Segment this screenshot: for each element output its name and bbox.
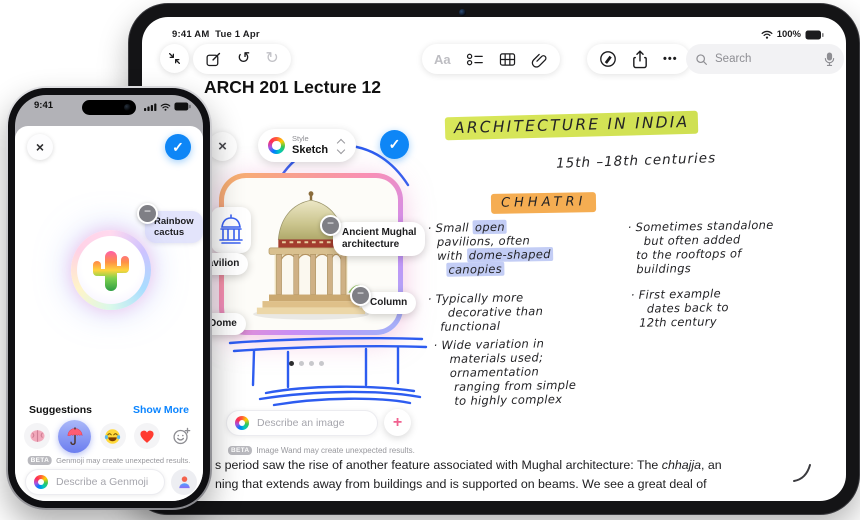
battery-percent: 100% xyxy=(776,29,801,40)
handwritten-heading: ARCHITECTURE IN INDIA xyxy=(444,110,699,141)
handwritten-bullet-3: · Wide variation in materials used; orna… xyxy=(433,336,577,409)
style-picker[interactable]: Style Sketch xyxy=(258,129,357,162)
iphone-status-time: 9:41 xyxy=(34,100,54,111)
handwritten-section-title: CHHATRI xyxy=(490,192,597,214)
ipad-camera xyxy=(459,9,466,16)
plus-icon: + xyxy=(392,413,403,431)
more-options-icon[interactable]: ••• xyxy=(663,53,678,65)
image-wand-prompt-field[interactable] xyxy=(226,410,378,436)
show-more-link[interactable]: Show More xyxy=(133,404,189,416)
handwritten-bullet-4: · Sometimes standalone but often added t… xyxy=(627,217,774,277)
checklist-icon[interactable] xyxy=(466,52,484,67)
wifi-icon xyxy=(160,103,171,111)
suggestions-title: Suggestions xyxy=(29,404,93,416)
brain-emoji[interactable] xyxy=(24,423,50,449)
mic-icon[interactable] xyxy=(824,51,835,67)
wifi-icon xyxy=(761,30,773,39)
iphone-status-icons xyxy=(144,102,191,111)
remove-tag-button[interactable]: − xyxy=(320,215,341,236)
original-sketch-thumbnail[interactable] xyxy=(211,207,251,253)
heart-emoji[interactable] xyxy=(133,423,160,449)
beta-badge: BETA xyxy=(27,456,53,465)
apple-intelligence-icon xyxy=(235,416,249,430)
redo-icon[interactable]: ↻ xyxy=(265,51,278,67)
close-icon: × xyxy=(218,138,227,155)
close-icon: × xyxy=(35,139,45,155)
apple-intelligence-icon xyxy=(34,475,48,489)
handwritten-bullet-2: · Typically more decorative than functio… xyxy=(427,290,544,335)
edit-toolbar-group: ↺ ↻ xyxy=(193,44,291,74)
front-camera xyxy=(124,104,131,111)
genmoji-beta-note: BETA Genmoji may create unexpected resul… xyxy=(27,456,190,465)
genmoji-confirm-button[interactable]: ✓ xyxy=(165,134,191,160)
text-format-icon[interactable]: Aa xyxy=(434,52,451,67)
person-mode-button[interactable] xyxy=(171,469,197,495)
battery-icon xyxy=(805,30,824,40)
undo-icon[interactable]: ↺ xyxy=(237,51,250,67)
genmoji-prompt-field[interactable] xyxy=(25,469,165,495)
collapse-arrows-icon xyxy=(167,51,182,66)
table-icon[interactable] xyxy=(499,52,516,67)
remove-genmoji-tag-button[interactable]: − xyxy=(137,203,158,224)
umbrella-emoji-selected[interactable] xyxy=(58,419,92,453)
genmoji-close-button[interactable]: × xyxy=(27,134,53,160)
attachment-icon[interactable] xyxy=(531,51,548,68)
chevron-up-down-icon xyxy=(338,140,346,152)
genmoji-prompt-input[interactable] xyxy=(54,475,156,489)
search-field[interactable] xyxy=(686,44,844,74)
image-wand-beta-note: BETA Image Wand may create unexpected re… xyxy=(228,446,415,455)
tag-ancient-mughal[interactable]: Ancient Mughal architecture xyxy=(333,222,426,256)
suggestion-row xyxy=(24,419,194,453)
compose-icon[interactable] xyxy=(205,51,222,68)
iphone-device: 9:41 × ✓ − Rainbow cactus Suggestions Sh… xyxy=(6,86,212,510)
ipad-status-time: 9:41 AM xyxy=(172,29,210,40)
ipad-device: 9:41 AM Tue 1 Apr 100% ↺ ↻ Aa ••• Search… xyxy=(128,3,860,515)
ipad-screen: 9:41 AM Tue 1 Apr 100% ↺ ↻ Aa ••• Search… xyxy=(142,17,846,501)
image-playground-icon xyxy=(268,137,285,154)
signal-icon xyxy=(144,103,157,111)
genmoji-result-bubble xyxy=(71,230,151,310)
collapse-button[interactable] xyxy=(160,44,189,73)
beta-badge: BETA xyxy=(228,446,253,455)
dynamic-island xyxy=(82,100,136,115)
iphone-screen: 9:41 × ✓ − Rainbow cactus Suggestions Sh… xyxy=(15,95,203,501)
person-icon xyxy=(178,476,190,489)
share-icon[interactable] xyxy=(632,49,648,69)
handwritten-bullet-1: · Small open pavilions, often with dome-… xyxy=(427,219,553,277)
variant-page-dots[interactable] xyxy=(289,361,324,366)
markup-pen-icon[interactable] xyxy=(599,50,617,68)
image-prompt-input[interactable] xyxy=(255,416,369,430)
style-value: Sketch xyxy=(292,143,329,156)
image-wand-confirm-button[interactable]: ✓ xyxy=(380,130,409,159)
actions-toolbar-group: ••• xyxy=(587,44,690,74)
ipad-status-right: 100% xyxy=(761,29,824,40)
image-wand-close-button[interactable]: × xyxy=(208,132,237,161)
ipad-status-left: 9:41 AM Tue 1 Apr xyxy=(172,29,260,40)
create-emoji-icon[interactable] xyxy=(168,423,194,449)
format-toolbar-group: Aa xyxy=(422,44,560,74)
battery-icon xyxy=(174,102,191,111)
note-title: ARCH 201 Lecture 12 xyxy=(204,77,382,97)
genmoji-sheet: × ✓ − Rainbow cactus Suggestions Show Mo… xyxy=(15,126,203,501)
marketing-scene: 9:41 AM Tue 1 Apr 100% ↺ ↻ Aa ••• Search… xyxy=(0,0,860,520)
search-input[interactable] xyxy=(713,52,819,66)
add-image-button[interactable]: + xyxy=(384,409,411,436)
ipad-status-date: Tue 1 Apr xyxy=(215,29,260,40)
style-label: Style xyxy=(292,134,309,144)
handwritten-subheading: 15th –18th centuries xyxy=(555,150,717,172)
pen-sketch-platform xyxy=(228,337,428,407)
remove-tag-button[interactable]: − xyxy=(350,285,371,306)
check-icon: ✓ xyxy=(388,136,401,152)
rainbow-cactus-image xyxy=(93,251,129,291)
handwritten-bullet-5: · First example dates back to 12th centu… xyxy=(630,286,729,330)
check-icon: ✓ xyxy=(172,138,184,155)
page-curl xyxy=(793,464,811,482)
typed-paragraph: s period saw the rise of another feature… xyxy=(215,458,722,491)
search-icon xyxy=(695,53,708,66)
joy-emoji[interactable] xyxy=(99,423,126,449)
